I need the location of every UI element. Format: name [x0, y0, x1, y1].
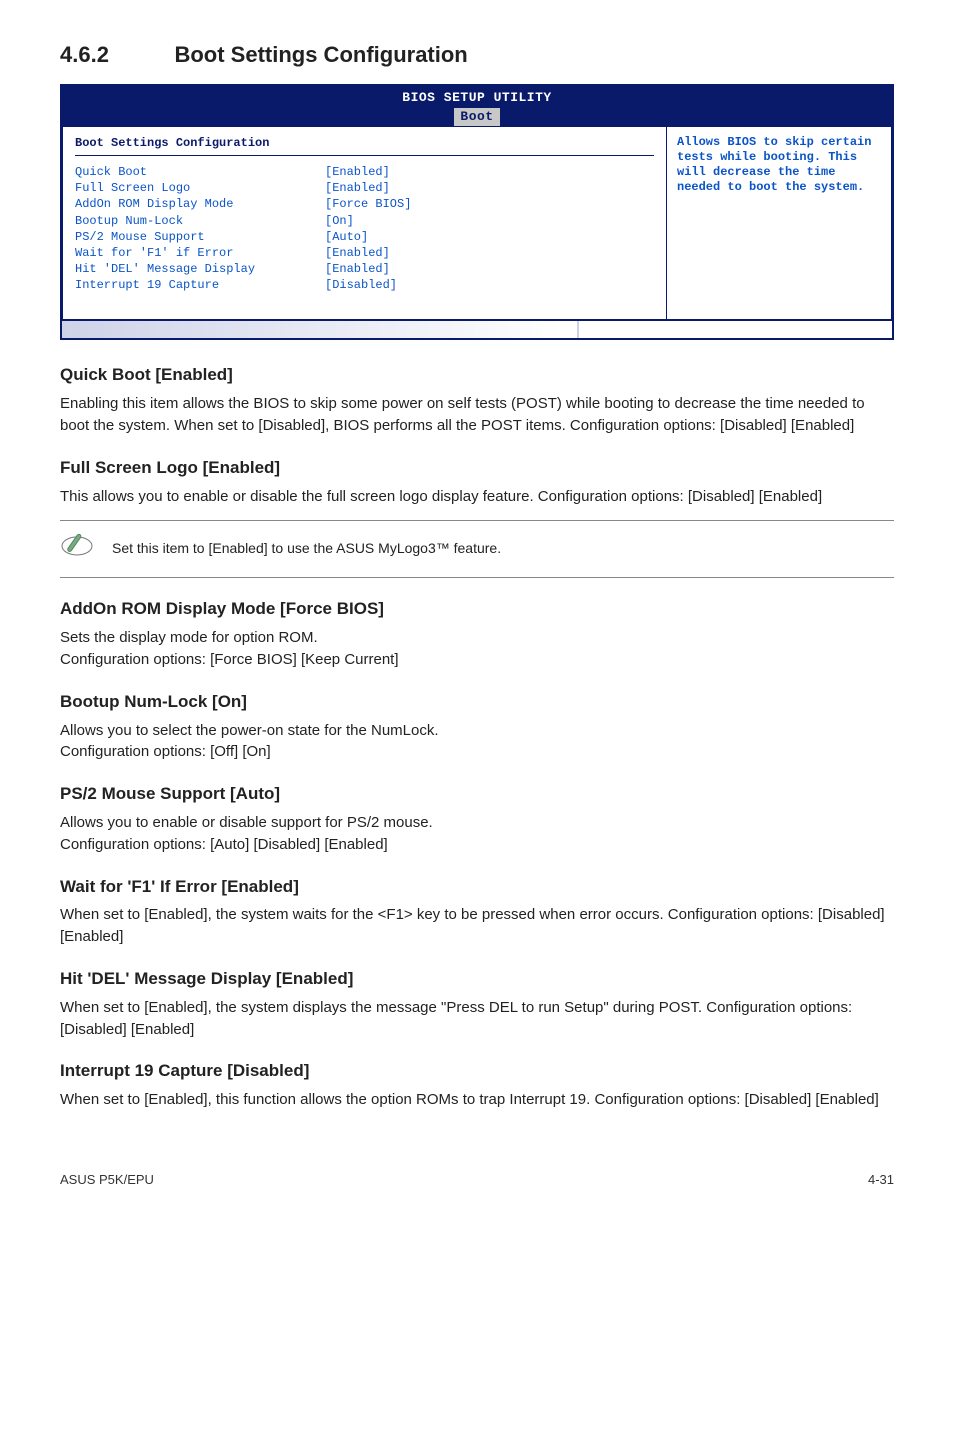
bios-setting-row: AddOn ROM Display Mode[Force BIOS]: [75, 196, 654, 212]
setting-heading: Quick Boot [Enabled]: [60, 364, 894, 387]
bios-setting-value: [Disabled]: [325, 277, 397, 293]
bios-setting-value: [Enabled]: [325, 180, 390, 196]
bios-panel-title: Boot Settings Configuration: [75, 135, 654, 151]
setting-heading: PS/2 Mouse Support [Auto]: [60, 783, 894, 806]
note-icon: [60, 529, 94, 570]
setting-description: This allows you to enable or disable the…: [60, 486, 894, 508]
bios-setting-label: Bootup Num-Lock: [75, 213, 325, 229]
bios-setting-row: PS/2 Mouse Support[Auto]: [75, 229, 654, 245]
setting-heading: AddOn ROM Display Mode [Force BIOS]: [60, 598, 894, 621]
footer-right: 4-31: [868, 1171, 894, 1189]
page-footer: ASUS P5K/EPU 4-31: [60, 1171, 894, 1189]
bios-setting-label: Hit 'DEL' Message Display: [75, 261, 325, 277]
bios-setting-value: [Enabled]: [325, 245, 390, 261]
setting-heading: Bootup Num-Lock [On]: [60, 691, 894, 714]
section-title: Boot Settings Configuration: [174, 42, 467, 67]
bios-tab-boot: Boot: [454, 108, 499, 126]
setting-heading: Interrupt 19 Capture [Disabled]: [60, 1060, 894, 1083]
setting-description: Sets the display mode for option ROM. Co…: [60, 627, 894, 671]
bios-setting-row: Bootup Num-Lock[On]: [75, 213, 654, 229]
bios-setting-value: [Force BIOS]: [325, 196, 411, 212]
footer-left: ASUS P5K/EPU: [60, 1171, 154, 1189]
setting-description: Allows you to select the power-on state …: [60, 720, 894, 764]
bios-left-panel: Boot Settings Configuration Quick Boot[E…: [62, 126, 667, 321]
bios-header-title: BIOS SETUP UTILITY: [402, 90, 551, 105]
bios-setting-label: PS/2 Mouse Support: [75, 229, 325, 245]
bios-setting-row: Hit 'DEL' Message Display[Enabled]: [75, 261, 654, 277]
setting-description: When set to [Enabled], the system waits …: [60, 904, 894, 948]
bios-setting-label: Full Screen Logo: [75, 180, 325, 196]
bios-decorative-curve: [62, 320, 892, 338]
setting-description: Allows you to enable or disable support …: [60, 812, 894, 856]
note-box: Set this item to [Enabled] to use the AS…: [60, 520, 894, 579]
bios-setting-row: Quick Boot[Enabled]: [75, 164, 654, 180]
bios-setting-label: Wait for 'F1' if Error: [75, 245, 325, 261]
setting-description: When set to [Enabled], this function all…: [60, 1089, 894, 1111]
setting-heading: Hit 'DEL' Message Display [Enabled]: [60, 968, 894, 991]
bios-setting-value: [Auto]: [325, 229, 368, 245]
bios-setting-value: [Enabled]: [325, 164, 390, 180]
section-number: 4.6.2: [60, 40, 170, 70]
bios-help-panel: Allows BIOS to skip certain tests while …: [667, 126, 892, 321]
setting-heading: Wait for 'F1' If Error [Enabled]: [60, 876, 894, 899]
bios-setting-row: Interrupt 19 Capture[Disabled]: [75, 277, 654, 293]
setting-heading: Full Screen Logo [Enabled]: [60, 457, 894, 480]
bios-screenshot: BIOS SETUP UTILITY Boot Boot Settings Co…: [60, 84, 894, 341]
setting-description: Enabling this item allows the BIOS to sk…: [60, 393, 894, 437]
bios-setting-label: Quick Boot: [75, 164, 325, 180]
bios-setting-value: [On]: [325, 213, 354, 229]
section-header: 4.6.2 Boot Settings Configuration: [60, 40, 894, 70]
bios-setting-label: AddOn ROM Display Mode: [75, 196, 325, 212]
bios-setting-row: Wait for 'F1' if Error[Enabled]: [75, 245, 654, 261]
setting-description: When set to [Enabled], the system displa…: [60, 997, 894, 1041]
bios-header: BIOS SETUP UTILITY Boot: [62, 86, 892, 126]
bios-setting-value: [Enabled]: [325, 261, 390, 277]
bios-setting-label: Interrupt 19 Capture: [75, 277, 325, 293]
bios-setting-row: Full Screen Logo[Enabled]: [75, 180, 654, 196]
note-text: Set this item to [Enabled] to use the AS…: [112, 539, 501, 558]
